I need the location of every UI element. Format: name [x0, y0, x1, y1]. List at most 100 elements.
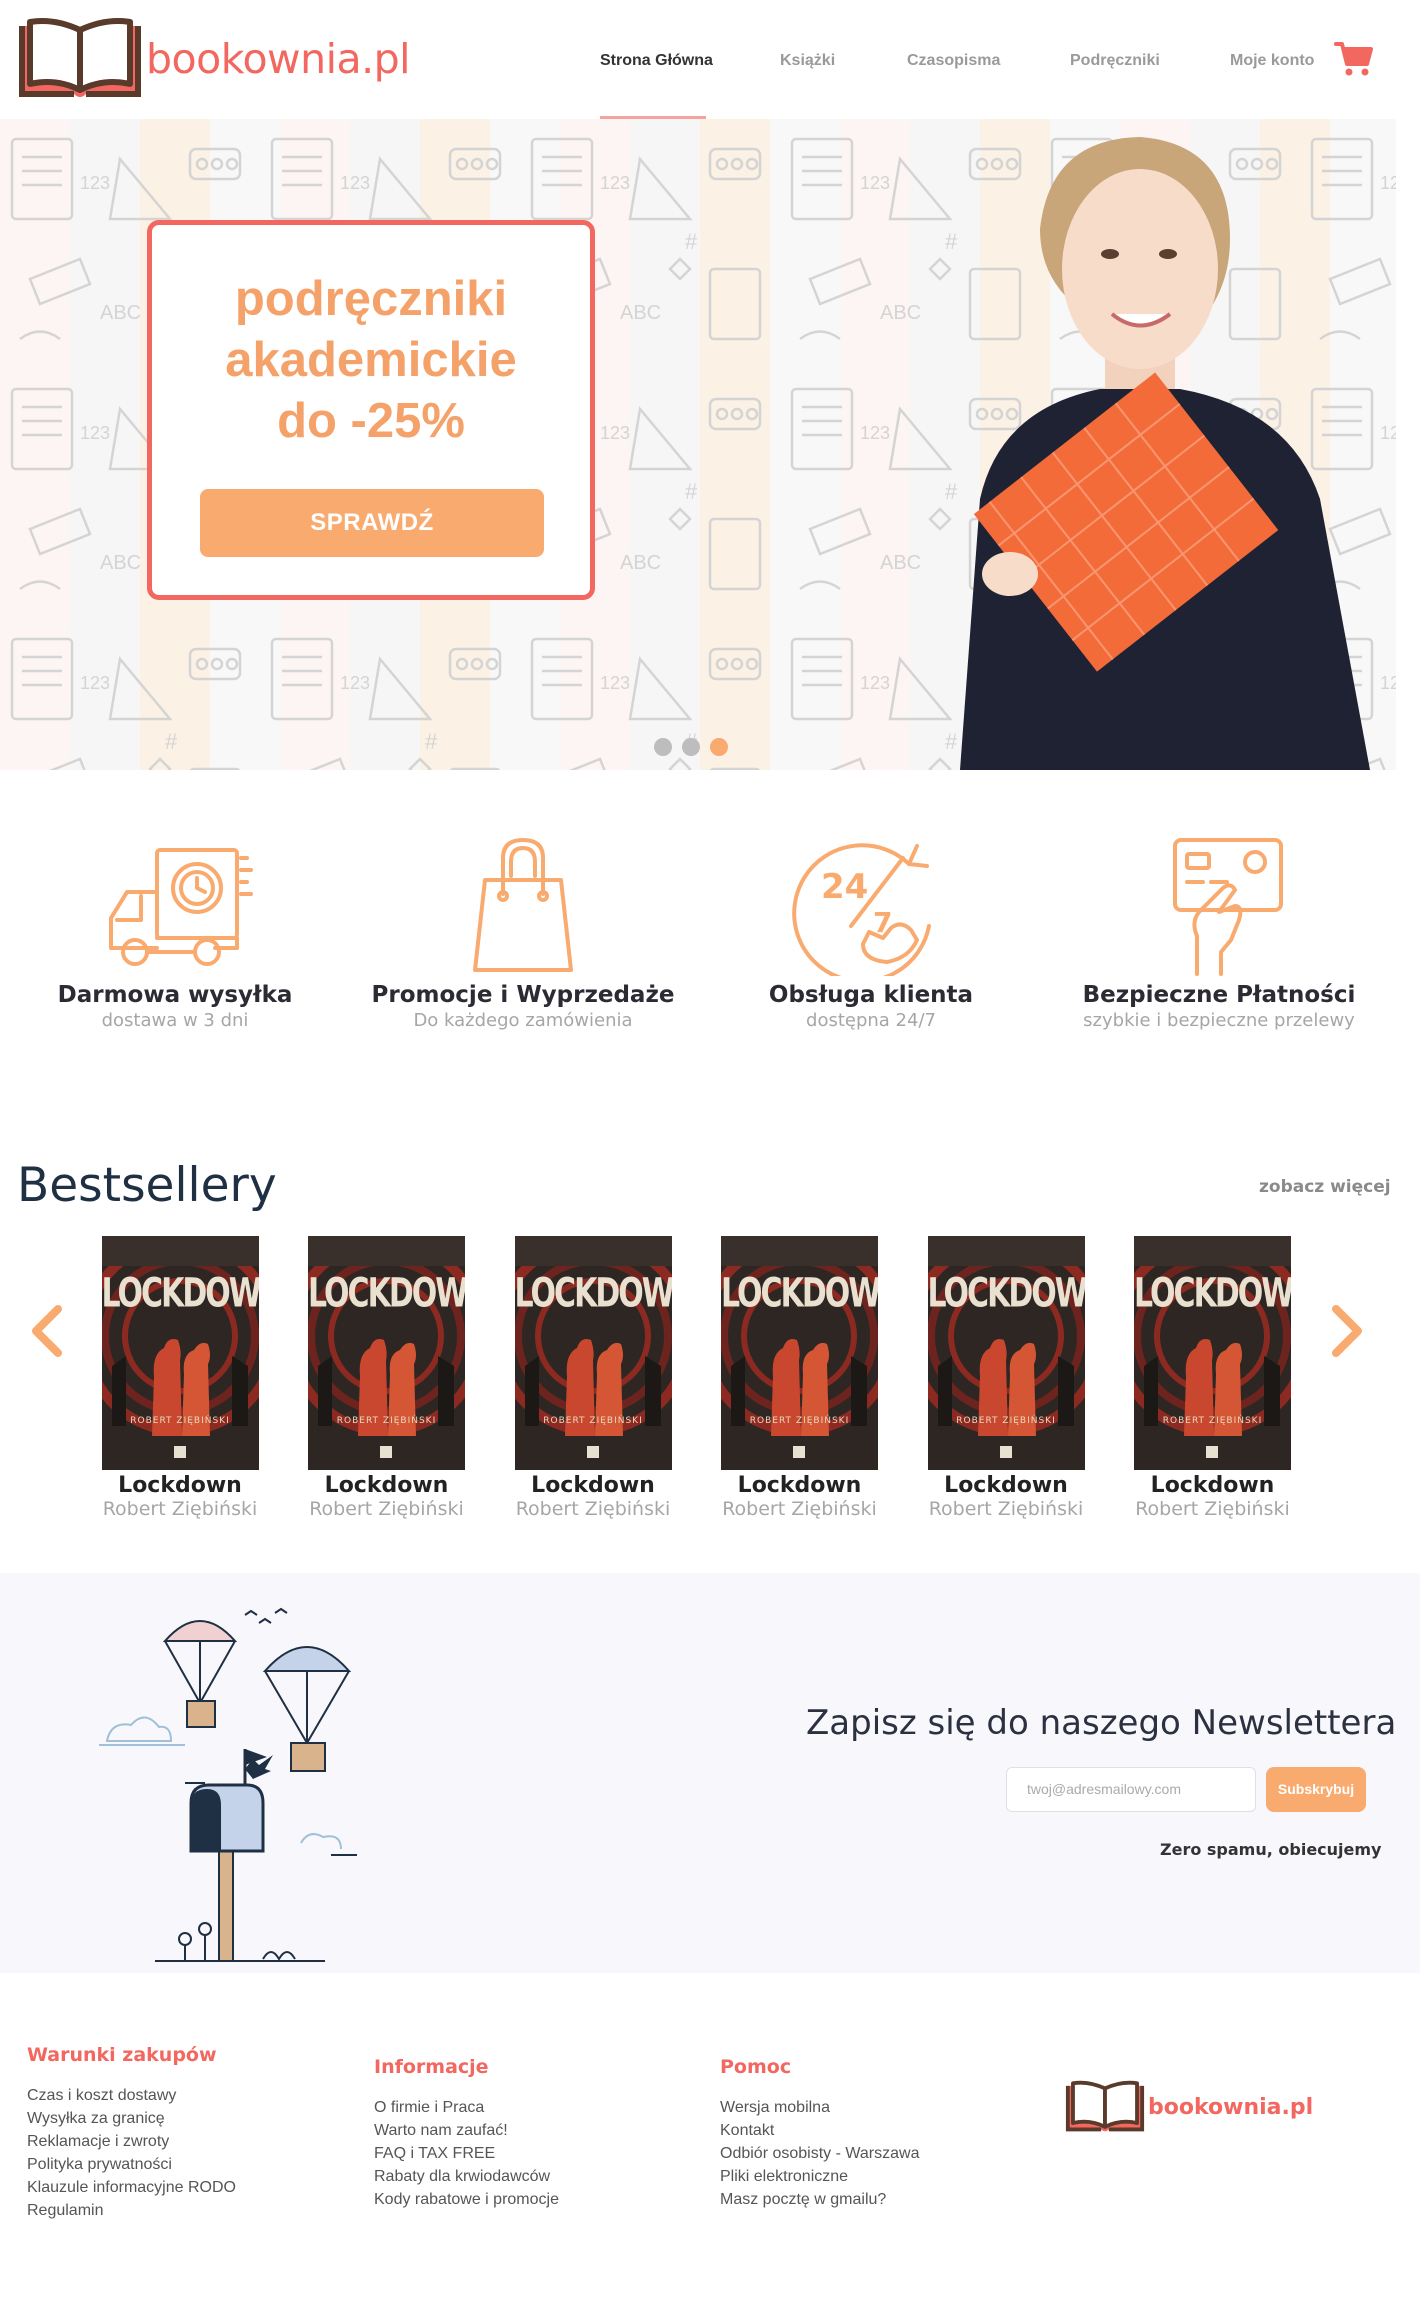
footer-column-help: Pomoc Wersja mobilna Kontakt Odbiór osob…	[720, 2056, 919, 2211]
book-title[interactable]: Lockdown	[710, 1473, 890, 1498]
parachute-mailbox-illustration	[99, 1607, 357, 1962]
footer-link[interactable]: FAQ i TAX FREE	[374, 2142, 559, 2165]
book-cover[interactable]: LOCKDOWN ROBERT ZIĘBIŃSKI	[101, 1236, 259, 1470]
book-card[interactable]: LOCKDOWN ROBERT ZIĘBIŃSKI LockdownRobert Z…	[503, 1236, 683, 1520]
footer-heading: Informacje	[374, 2056, 489, 2078]
cart-icon[interactable]	[1334, 40, 1374, 78]
footer-link[interactable]: Reklamacje i zwroty	[27, 2130, 236, 2153]
footer-link[interactable]: Rabaty dla krwiodawców	[374, 2165, 559, 2188]
chevron-right-icon[interactable]	[1330, 1305, 1366, 1357]
footer-link[interactable]: Regulamin	[27, 2199, 236, 2222]
book-author: Robert Ziębiński	[309, 1498, 464, 1520]
delivery-truck-icon	[109, 848, 253, 966]
see-more-link[interactable]: zobacz więcej	[1259, 1177, 1391, 1197]
book-cover[interactable]: LOCKDOWN ROBERT ZIĘBIŃSKI	[927, 1236, 1085, 1470]
book-title[interactable]: Lockdown	[1123, 1473, 1303, 1498]
card-payment-icon	[1173, 838, 1283, 976]
book-author: Robert Ziębiński	[722, 1498, 877, 1520]
book-cover[interactable]: LOCKDOWN ROBERT ZIĘBIŃSKI	[1134, 1236, 1291, 1470]
footer-heading: Pomoc	[720, 2056, 792, 2078]
newsletter-note: Zero spamu, obiecujemy	[1160, 1840, 1382, 1859]
subscribe-button[interactable]: Subskrybuj	[1266, 1767, 1366, 1812]
carousel-dot-2[interactable]	[682, 738, 700, 756]
nav-textbooks-label: Podręczniki	[1070, 52, 1160, 69]
feature-subtitle: dostępna 24/7	[806, 1010, 936, 1031]
footer-link[interactable]: Klauzule informacyjne RODO	[27, 2176, 236, 2199]
carousel-dot-1[interactable]	[654, 738, 672, 756]
newsletter-section: Zapisz się do naszego Newslettera twoj@a…	[0, 1573, 1420, 1973]
book-cover[interactable]: LOCKDOWN ROBERT ZIĘBIŃSKI	[721, 1236, 878, 1470]
nav-magazines-label: Czasopisma	[907, 52, 1001, 69]
book-author: Robert Ziębiński	[928, 1498, 1084, 1520]
feature-free-shipping: Darmowa wysyłka dostawa w 3 dni	[0, 836, 350, 1031]
book-cover-author: ROBERT ZIĘBIŃSKI	[543, 1416, 643, 1426]
feature-subtitle: szybkie i bezpieczne przelewy	[1083, 1010, 1355, 1031]
footer-link[interactable]: Masz pocztę w gmailu?	[720, 2188, 919, 2211]
book-cover-author: ROBERT ZIĘBIŃSKI	[1162, 1416, 1263, 1426]
book-cover-title: LOCKDOWN	[514, 1269, 672, 1318]
book-cover-author: ROBERT ZIĘBIŃSKI	[130, 1416, 230, 1426]
footer-link[interactable]: Pliki elektroniczne	[720, 2165, 919, 2188]
check-promo-button[interactable]: SPRAWDŹ	[200, 489, 544, 557]
nav-home[interactable]: Strona Główna	[600, 0, 713, 119]
footer-column-information: Informacje O firmie i Praca Warto nam za…	[374, 2056, 559, 2211]
book-cover-title: LOCKDOWN	[721, 1269, 878, 1318]
open-book-logo-icon	[19, 18, 141, 97]
book-cover-author: ROBERT ZIĘBIŃSKI	[336, 1416, 437, 1426]
support-24-7-icon: 24 7	[792, 843, 931, 976]
nav-my-account-label: Moje konto	[1230, 52, 1315, 69]
newsletter-title: Zapisz się do naszego Newslettera	[806, 1703, 1397, 1743]
promo-line-1: podręczniki	[234, 272, 508, 326]
book-author: Robert Ziębiński	[102, 1498, 258, 1520]
book-cover[interactable]: LOCKDOWN ROBERT ZIĘBIŃSKI	[514, 1236, 672, 1470]
book-card[interactable]: LOCKDOWN ROBERT ZIĘBIŃSKI LockdownRobert Z…	[90, 1236, 270, 1520]
site-logo-text: bookownia.pl	[146, 35, 411, 83]
footer-link[interactable]: Polityka prywatności	[27, 2153, 236, 2176]
book-cover-title: LOCKDOWN	[1134, 1269, 1291, 1318]
feature-promotions: Promocje i Wyprzedaże Do każdego zamówie…	[348, 836, 698, 1031]
book-title[interactable]: Lockdown	[90, 1473, 270, 1498]
book-card[interactable]: LOCKDOWN ROBERT ZIĘBIŃSKI LockdownRobert Z…	[916, 1236, 1096, 1520]
book-cover-author: ROBERT ZIĘBIŃSKI	[956, 1416, 1056, 1426]
book-card[interactable]: LOCKDOWN ROBERT ZIĘBIŃSKI LockdownRobert Z…	[1123, 1236, 1303, 1520]
carousel-dots	[654, 738, 728, 756]
book-cover-title: LOCKDOWN	[308, 1269, 465, 1318]
book-card[interactable]: LOCKDOWN ROBERT ZIĘBIŃSKI LockdownRobert Z…	[297, 1236, 477, 1520]
chevron-left-icon[interactable]	[28, 1305, 64, 1357]
feature-subtitle: Do każdego zamówienia	[413, 1010, 633, 1031]
footer-logo[interactable]: bookownia.pl	[1064, 2078, 1313, 2136]
footer-link[interactable]: Warto nam zaufać!	[374, 2119, 559, 2142]
footer-link[interactable]: O firmie i Praca	[374, 2096, 559, 2119]
book-title[interactable]: Lockdown	[503, 1473, 683, 1498]
promo-line-3: do -25%	[277, 394, 465, 448]
site-logo[interactable]: bookownia.pl	[16, 14, 411, 104]
book-card[interactable]: LOCKDOWN ROBERT ZIĘBIŃSKI LockdownRobert Z…	[710, 1236, 890, 1520]
open-book-logo-icon	[1065, 2080, 1145, 2132]
feature-title: Bezpieczne Płatności	[1082, 982, 1356, 1008]
feature-customer-service: 24 7 Obsługa klienta dostępna 24/7	[696, 836, 1046, 1031]
book-cover-author: ROBERT ZIĘBIŃSKI	[749, 1416, 850, 1426]
book-title[interactable]: Lockdown	[297, 1473, 477, 1498]
book-cover-title: LOCKDOWN	[927, 1269, 1085, 1318]
footer-link[interactable]: Kontakt	[720, 2119, 919, 2142]
footer-column-purchase-terms: Warunki zakupów Czas i koszt dostawy Wys…	[27, 2044, 236, 2222]
book-cover-title: LOCKDOWN	[101, 1269, 259, 1318]
footer-link[interactable]: Odbiór osobisty - Warszawa	[720, 2142, 919, 2165]
footer-link[interactable]: Czas i koszt dostawy	[27, 2084, 236, 2107]
book-cover[interactable]: LOCKDOWN ROBERT ZIĘBIŃSKI	[308, 1236, 465, 1470]
promo-box: podręczniki akademickie do -25% SPRAWDŹ	[147, 220, 595, 600]
book-author: Robert Ziębiński	[1135, 1498, 1290, 1520]
footer-link[interactable]: Kody rabatowe i promocje	[374, 2188, 559, 2211]
footer-link[interactable]: Wysyłka za granicę	[27, 2107, 236, 2130]
hero-woman-image	[960, 137, 1370, 770]
footer-links: O firmie i Praca Warto nam zaufać! FAQ i…	[374, 2096, 559, 2211]
footer-link[interactable]: Wersja mobilna	[720, 2096, 919, 2119]
feature-subtitle: dostawa w 3 dni	[101, 1010, 249, 1031]
book-title[interactable]: Lockdown	[916, 1473, 1096, 1498]
shopping-bag-icon	[473, 838, 573, 972]
svg-text:24: 24	[821, 867, 868, 907]
carousel-dot-3[interactable]	[710, 738, 728, 756]
newsletter-email-input[interactable]: twoj@adresmailowy.com	[1006, 1767, 1256, 1812]
footer-heading: Warunki zakupów	[27, 2044, 217, 2066]
nav-books-label: Książki	[780, 52, 836, 69]
